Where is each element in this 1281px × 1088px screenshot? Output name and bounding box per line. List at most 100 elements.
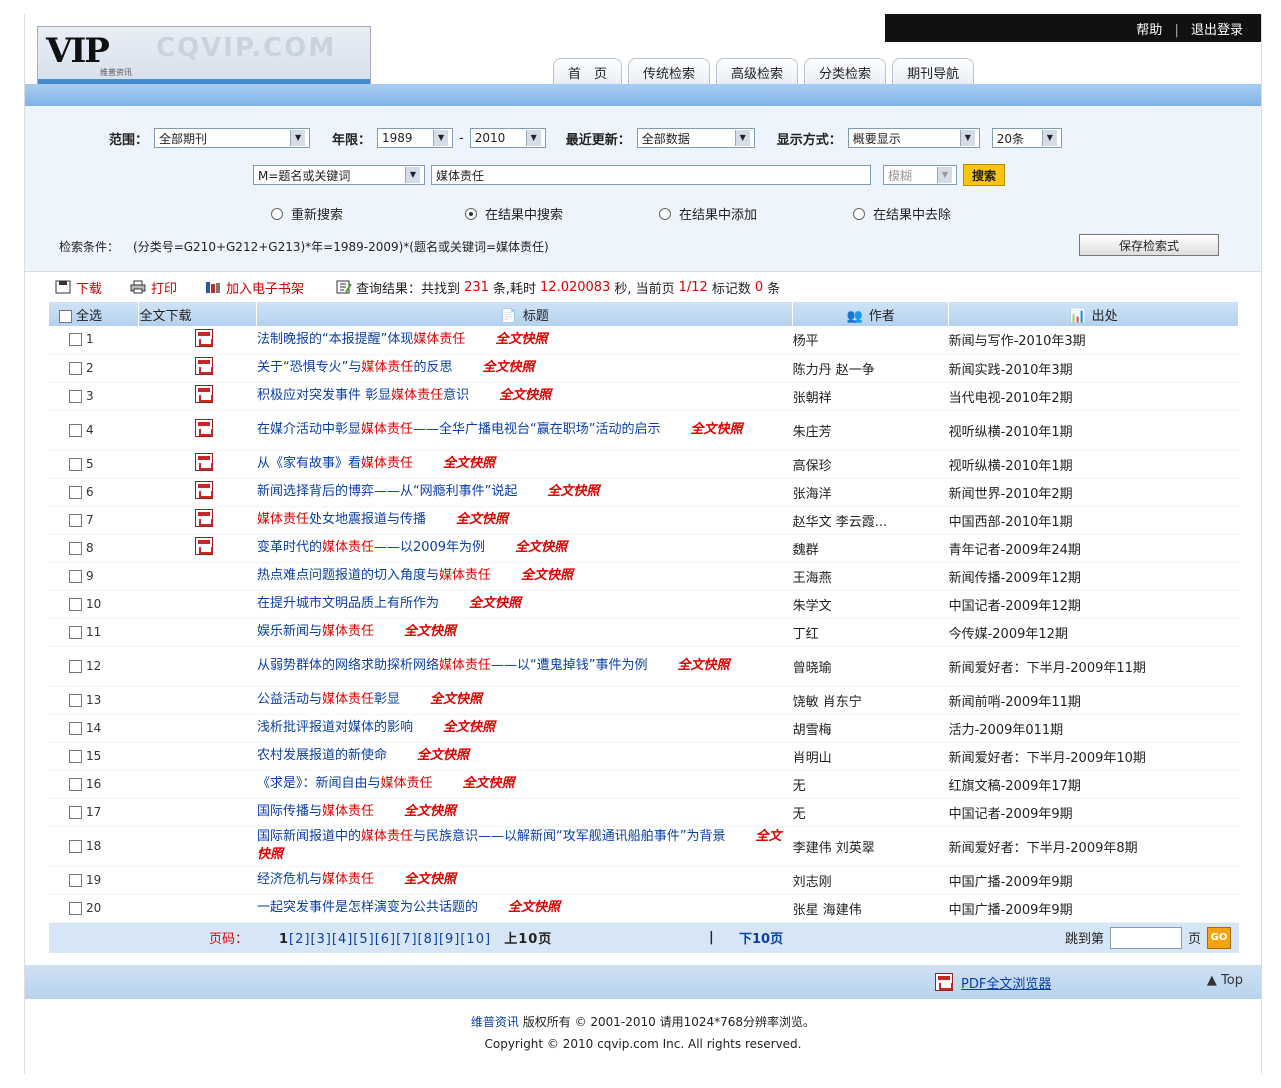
title-highlight[interactable]: 媒体责任 xyxy=(322,872,374,887)
fulltext-snapshot-link[interactable]: 全文快照 xyxy=(443,456,495,471)
year-from-select[interactable]: 1989 ▼ xyxy=(377,128,454,148)
fulltext-snapshot-link[interactable]: 全文快照 xyxy=(495,332,547,347)
checkbox-icon[interactable] xyxy=(69,659,82,673)
fulltext-snapshot-link[interactable]: 全文快照 xyxy=(404,804,456,819)
title-cell[interactable]: 关于“恐惧专火”与媒体责任的反思 全文快照 xyxy=(256,354,793,383)
source-cell[interactable]: 新闻世界-2010年2期 xyxy=(948,478,1239,507)
title-text[interactable]: 变革时代的 xyxy=(257,540,322,555)
title-text[interactable]: 农村发展报道的新使命 xyxy=(257,748,387,763)
row-select-cell[interactable]: 1 xyxy=(49,326,139,355)
title-highlight[interactable]: 媒体责任 xyxy=(322,540,374,555)
title-text[interactable]: 关于“恐惧专火”与 xyxy=(257,360,361,375)
title-text-tail[interactable]: 的反思 xyxy=(413,360,452,375)
tab-advanced-search[interactable]: 高级检索 xyxy=(716,58,799,84)
tab-journal-nav[interactable]: 期刊导航 xyxy=(892,58,975,84)
title-cell[interactable]: 法制晚报的“本报提醒”体现媒体责任 全文快照 xyxy=(256,326,793,355)
fulltext-cell[interactable] xyxy=(138,326,257,355)
source-cell[interactable]: 中国广播-2009年9期 xyxy=(948,894,1239,923)
title-cell[interactable]: 公益活动与媒体责任彰显 全文快照 xyxy=(256,686,793,715)
source-cell[interactable]: 新闻爱好者：下半月-2009年10期 xyxy=(948,742,1239,771)
checkbox-icon[interactable] xyxy=(69,457,82,471)
help-link[interactable]: 帮助 xyxy=(1136,23,1162,38)
title-cell[interactable]: 热点难点问题报道的切入角度与媒体责任 全文快照 xyxy=(256,562,793,591)
checkbox-icon[interactable] xyxy=(69,541,82,555)
checkbox-icon[interactable] xyxy=(69,513,82,527)
title-text[interactable]: 法制晚报的“本报提醒”体现 xyxy=(257,332,413,347)
pdf-icon[interactable] xyxy=(194,509,213,527)
title-text[interactable]: 在提升城市文明品质上有所作为 xyxy=(257,596,439,611)
pager-next[interactable]: 下10页 xyxy=(739,928,783,947)
search-input[interactable]: 媒体责任 xyxy=(431,165,871,185)
title-text[interactable]: 公益活动与 xyxy=(257,692,322,707)
title-highlight[interactable]: 媒体责任 xyxy=(361,456,413,471)
fulltext-snapshot-link[interactable]: 全文快照 xyxy=(469,596,521,611)
source-cell[interactable]: 新闻爱好者：下半月-2009年8期 xyxy=(948,826,1239,867)
checkbox-icon[interactable] xyxy=(69,389,82,403)
tab-category-search[interactable]: 分类检索 xyxy=(804,58,887,84)
jump-page-input[interactable] xyxy=(1109,926,1182,949)
source-cell[interactable]: 当代电视-2010年2期 xyxy=(948,382,1239,411)
row-select-cell[interactable]: 15 xyxy=(49,742,139,771)
pdf-icon[interactable] xyxy=(194,385,213,403)
title-text[interactable]: 热点难点问题报道的切入角度与 xyxy=(257,568,439,583)
checkbox-icon[interactable] xyxy=(69,749,82,763)
title-text[interactable]: 娱乐新闻与 xyxy=(257,624,322,639)
title-highlight[interactable]: 媒体责任 xyxy=(380,776,432,791)
title-text-tail[interactable]: 与民族意识——以解新闻“攻军舰通讯船舶事件”为背景 xyxy=(413,829,725,844)
add-shelf-button[interactable]: 加入电子书架 xyxy=(205,278,304,297)
source-cell[interactable]: 视听纵横-2010年1期 xyxy=(948,410,1239,451)
author-cell[interactable]: 高保珍 xyxy=(792,450,949,479)
print-button[interactable]: 打印 xyxy=(130,278,177,297)
row-select-cell[interactable]: 20 xyxy=(49,894,139,923)
title-highlight[interactable]: 媒体责任 xyxy=(413,332,465,347)
select-all-header[interactable]: 全选 xyxy=(49,302,140,326)
back-to-top-link[interactable]: ▲ Top xyxy=(1207,973,1243,988)
radio-new-search[interactable]: 重新搜索 xyxy=(271,204,465,223)
update-select[interactable]: 全部数据 ▼ xyxy=(636,128,755,148)
row-select-cell[interactable]: 8 xyxy=(49,534,139,563)
title-cell[interactable]: 新闻选择背后的博弈——从“网瘾利事件”说起 全文快照 xyxy=(256,478,793,507)
checkbox-icon[interactable] xyxy=(69,839,82,853)
fulltext-cell[interactable] xyxy=(138,534,257,563)
row-select-cell[interactable]: 3 xyxy=(49,382,139,411)
source-cell[interactable]: 活力-2009年011期 xyxy=(948,714,1239,743)
title-text[interactable]: 国际传播与 xyxy=(257,804,322,819)
search-button[interactable]: 搜索 xyxy=(963,164,1006,186)
title-highlight[interactable]: 媒体责任 xyxy=(391,388,443,403)
fulltext-snapshot-link[interactable]: 全文快照 xyxy=(521,568,573,583)
title-cell[interactable]: 一起突发事件是怎样演变为公共话题的 全文快照 xyxy=(256,894,793,923)
title-text[interactable]: 经济危机与 xyxy=(257,872,322,887)
row-select-cell[interactable]: 13 xyxy=(49,686,139,715)
title-text-tail[interactable]: 意识 xyxy=(443,388,469,403)
row-select-cell[interactable]: 5 xyxy=(49,450,139,479)
row-select-cell[interactable]: 6 xyxy=(49,478,139,507)
author-cell[interactable]: 朱学文 xyxy=(792,590,949,619)
author-cell[interactable]: 陈力丹 赵一争 xyxy=(792,354,949,383)
checkbox-icon[interactable] xyxy=(69,361,82,375)
title-text[interactable]: 在媒介活动中彰显 xyxy=(257,422,361,437)
title-cell[interactable]: 娱乐新闻与媒体责任 全文快照 xyxy=(256,618,793,647)
author-cell[interactable]: 曾晓瑜 xyxy=(792,646,949,687)
radio-search-in-results[interactable]: 在结果中搜索 xyxy=(465,204,659,223)
title-text[interactable]: 国际新闻报道中的 xyxy=(257,829,361,844)
title-text[interactable]: 《求是》：新闻自由与 xyxy=(257,776,381,791)
source-cell[interactable]: 新闻传播-2009年12期 xyxy=(948,562,1239,591)
checkbox-icon[interactable] xyxy=(69,693,82,707)
checkbox-icon[interactable] xyxy=(69,569,82,583)
source-cell[interactable]: 中国西部-2010年1期 xyxy=(948,506,1239,535)
checkbox-icon[interactable] xyxy=(69,597,82,611)
row-select-cell[interactable]: 14 xyxy=(49,714,139,743)
pdf-icon[interactable] xyxy=(194,481,213,499)
row-select-cell[interactable]: 18 xyxy=(49,826,139,867)
title-highlight[interactable]: 媒体责任 xyxy=(322,804,374,819)
source-cell[interactable]: 新闻与写作-2010年3期 xyxy=(948,326,1239,355)
fulltext-cell[interactable] xyxy=(138,382,257,411)
row-select-cell[interactable]: 10 xyxy=(49,590,139,619)
row-select-cell[interactable]: 4 xyxy=(49,410,139,451)
source-cell[interactable]: 视听纵横-2010年1期 xyxy=(948,450,1239,479)
fulltext-cell[interactable] xyxy=(138,506,257,535)
fulltext-snapshot-link[interactable]: 全文快照 xyxy=(404,872,456,887)
title-cell[interactable]: 《求是》：新闻自由与媒体责任 全文快照 xyxy=(256,770,793,799)
row-select-cell[interactable]: 11 xyxy=(49,618,139,647)
field-select[interactable]: M=题名或关键词 ▼ xyxy=(253,165,425,185)
